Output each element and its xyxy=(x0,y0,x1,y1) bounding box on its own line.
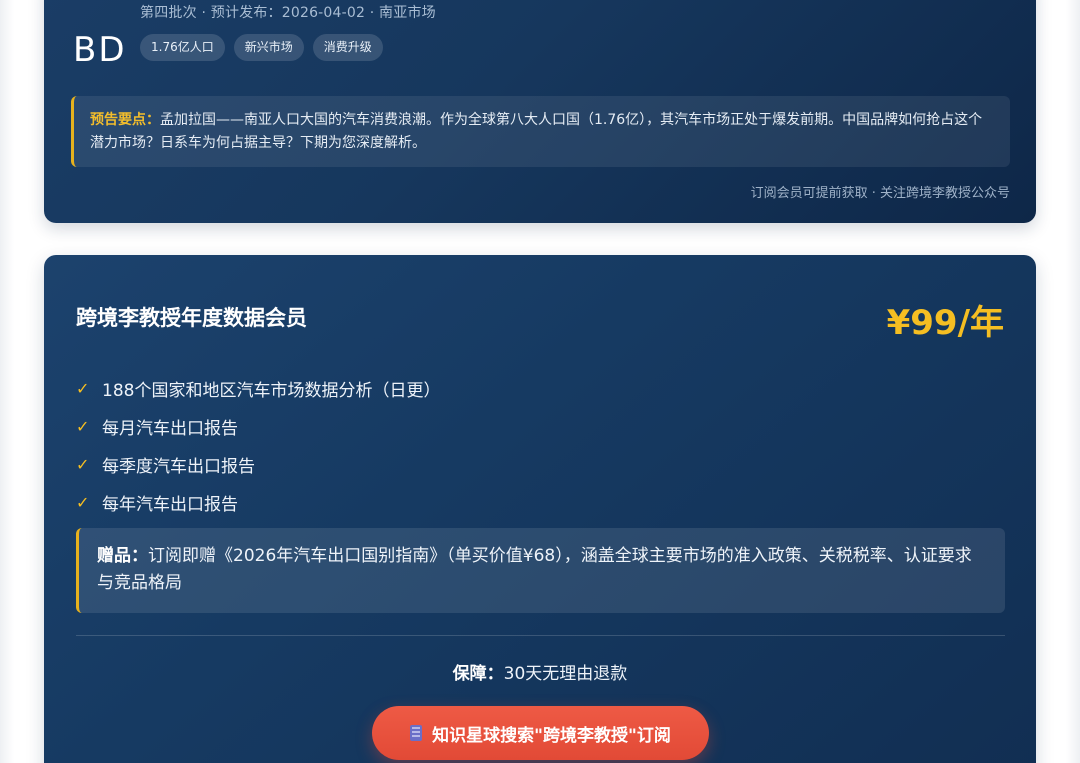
gift-box: 赠品：订阅即赠《2026年汽车出口国别指南》（单买价值¥68），涵盖全球主要市场… xyxy=(76,528,1005,613)
feature-label: 每年汽车出口报告 xyxy=(102,494,238,515)
gift-label: 赠品： xyxy=(97,546,148,566)
preview-footer: 订阅会员可提前获取 · 关注跨境李教授公众号 xyxy=(750,186,1010,201)
feature-label: 每月汽车出口报告 xyxy=(102,418,238,439)
subscribe-button-label: 知识星球搜索"跨境李教授"订阅 xyxy=(432,725,671,746)
notice-text: 孟加拉国——南亚人口大国的汽车消费浪潮。作为全球第八大人口国（1.76亿），其汽… xyxy=(90,112,983,151)
notice-label: 预告要点： xyxy=(90,112,160,128)
preview-notice: 预告要点：孟加拉国——南亚人口大国的汽车消费浪潮。作为全球第八大人口国（1.76… xyxy=(71,96,1010,167)
check-icon: ✓ xyxy=(76,454,90,474)
country-code: BD xyxy=(73,30,127,70)
check-icon: ✓ xyxy=(76,378,90,398)
guarantee-label: 保障： xyxy=(452,664,504,684)
membership-card: 跨境李教授年度数据会员 ¥99/年 ✓ 188个国家和地区汽车市场数据分析（日更… xyxy=(44,255,1036,763)
feature-item: ✓ 188个国家和地区汽车市场数据分析（日更） xyxy=(76,369,440,407)
guarantee-text: 30天无理由退款 xyxy=(503,664,628,684)
tag-population: 1.76亿人口 xyxy=(140,34,225,61)
membership-price: ¥99/年 xyxy=(886,303,1004,343)
tag-consumption-upgrade: 消费升级 xyxy=(312,34,383,61)
divider xyxy=(76,635,1005,636)
tag-emerging-market: 新兴市场 xyxy=(233,34,304,61)
feature-item: ✓ 每月汽车出口报告 xyxy=(76,407,440,445)
check-icon: ✓ xyxy=(76,416,90,436)
feature-label: 每季度汽车出口报告 xyxy=(102,456,255,477)
subscribe-button[interactable]: 知识星球搜索"跨境李教授"订阅 xyxy=(372,706,709,760)
preview-meta: 第四批次 · 预计发布：2026-04-02 · 南亚市场 xyxy=(140,5,436,21)
guarantee: 保障：30天无理由退款 xyxy=(44,659,1036,684)
building-icon xyxy=(410,725,423,741)
feature-label: 188个国家和地区汽车市场数据分析（日更） xyxy=(102,380,441,401)
page: 第四批次 · 预计发布：2026-04-02 · 南亚市场 BD 1.76亿人口… xyxy=(0,0,1080,763)
gift-text: 订阅即赠《2026年汽车出口国别指南》（单买价值¥68），涵盖全球主要市场的准入… xyxy=(97,546,972,593)
feature-list: ✓ 188个国家和地区汽车市场数据分析（日更） ✓ 每月汽车出口报告 ✓ 每季度… xyxy=(76,369,440,521)
market-preview-card: 第四批次 · 预计发布：2026-04-02 · 南亚市场 BD 1.76亿人口… xyxy=(44,0,1036,223)
tag-list: 1.76亿人口 新兴市场 消费升级 xyxy=(140,34,383,61)
feature-item: ✓ 每年汽车出口报告 xyxy=(76,483,440,521)
membership-title: 跨境李教授年度数据会员 xyxy=(76,306,307,330)
check-icon: ✓ xyxy=(76,492,90,512)
feature-item: ✓ 每季度汽车出口报告 xyxy=(76,445,440,483)
